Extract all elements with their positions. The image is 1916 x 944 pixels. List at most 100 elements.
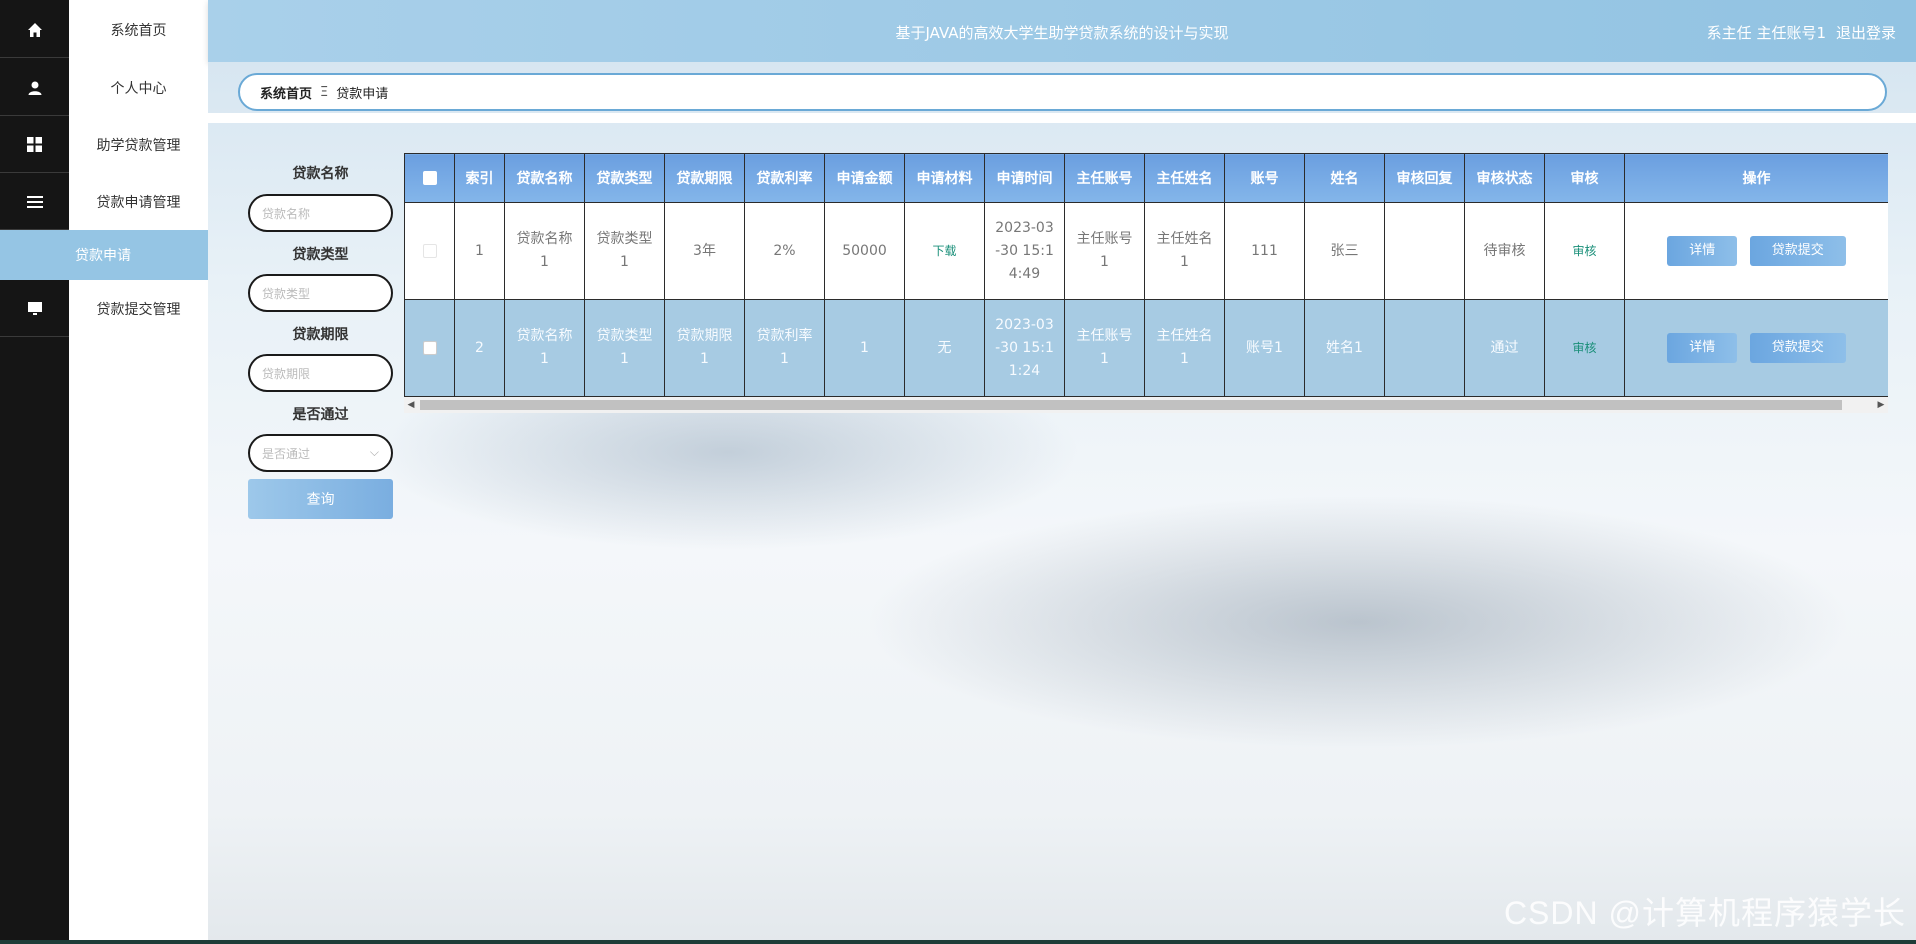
detail-button[interactable]: 详情 [1667,333,1738,363]
logout-link[interactable]: 退出登录 [1836,22,1896,43]
loan-name-input[interactable]: 贷款名称 [248,194,393,232]
top-header: 基于JAVA的高效大学生助学贷款系统的设计与实现 系主任 主任账号1 退出登录 [208,0,1916,62]
sidebar-item-submission-management[interactable]: 贷款提交管理 [0,281,208,337]
cell-loan-type: 贷款类型 1 [584,299,665,397]
col-header: 贷款类型 [584,153,665,203]
loan-type-label: 贷款类型 [292,247,349,263]
col-header: 索引 [454,153,505,203]
loan-name-label: 贷款名称 [292,166,349,182]
cell-director-account: 主任账号 1 [1064,299,1145,397]
col-header: 主任账号 [1064,153,1145,203]
col-header: 审核回复 [1384,153,1465,203]
cell-index: 1 [454,202,505,300]
cell-time: 2023-03 -30 15:1 4:49 [984,202,1065,300]
sidebar-item-application-management[interactable]: 贷款申请管理 [0,174,208,230]
cell-term: 贷款期限 1 [664,299,745,397]
table-row: 1 贷款名称 1 贷款类型 1 3年 2% 50000 下载 2023-03 -30 … [404,202,1888,300]
download-link[interactable]: 下载 [932,244,956,258]
col-header: 贷款期限 [664,153,745,203]
monitor-icon [0,281,69,337]
scrollbar-thumb[interactable] [420,400,1842,410]
col-header: 主任姓名 [1144,153,1225,203]
sidebar-subitem-label: 贷款申请 [75,248,131,264]
cell-line: 贷款类型 [596,231,653,247]
audit-link[interactable]: 审核 [1572,244,1596,258]
cell-line: 主任账号 [1076,328,1133,344]
sidebar-item-label: 贷款提交管理 [96,302,181,318]
cell-reply [1384,202,1465,300]
loan-term-label: 贷款期限 [292,327,349,343]
watermark: CSDN @计算机程序猿学长 [1503,895,1906,931]
sidebar-subitem-loan-application[interactable]: 贷款申请 [0,230,208,280]
cell-loan-type: 贷款类型 1 [584,202,665,300]
cell-line: 主任姓名 [1156,328,1213,344]
cell-line: 2023-03 [995,316,1054,333]
breadcrumb: 系统首页 Ξ 贷款申请 [238,73,1887,111]
cell-term: 3年 [664,202,745,300]
cell-line: 1 [1180,351,1189,367]
cell-line: 贷款期限 [676,328,733,344]
cell-status: 通过 [1464,299,1545,397]
cell-line: 4:49 [1008,265,1041,282]
cell-audit: 审核 [1544,299,1625,397]
col-header: 账号 [1224,153,1305,203]
cell-line: 1:24 [1008,362,1041,379]
cell-name: 张三 [1304,202,1385,300]
cell-line: 贷款利率 [756,328,813,344]
cell-line: 贷款类型 [596,328,653,344]
sidebar-item-profile[interactable]: 个人中心 [0,60,208,116]
col-header: 申请金额 [824,153,905,203]
cell-loan-name: 贷款名称 1 [504,299,585,397]
breadcrumb-home-link[interactable]: 系统首页 [260,83,312,102]
cell-director-account: 主任账号 1 [1064,202,1145,300]
cell-line: 贷款名称 [516,231,573,247]
cell-line: 1 [620,351,629,367]
cell-time: 2023-03 -30 15:1 1:24 [984,299,1065,397]
select-all-checkbox[interactable] [404,153,455,203]
cell-line: 1 [620,254,629,270]
cell-index: 2 [454,299,505,397]
table-header-row: 索引 贷款名称 贷款类型 贷款期限 贷款利率 申请金额 申请材料 申请时间 主任… [404,153,1888,203]
grid-icon [0,117,69,173]
system-title: 基于JAVA的高效大学生助学贷款系统的设计与实现 [895,24,1229,42]
sidebar-item-label: 贷款申请管理 [96,195,181,211]
current-user: 系主任 主任账号1 [1706,24,1826,42]
cell-name: 姓名1 [1304,299,1385,397]
scroll-right-arrow-icon[interactable]: ▶ [1874,397,1888,413]
loan-submit-button[interactable]: 贷款提交 [1749,333,1846,363]
passed-label: 是否通过 [292,407,349,423]
cell-material: 下载 [904,202,985,300]
cell-line: 1 [540,351,549,367]
scroll-left-arrow-icon[interactable]: ◀ [404,397,418,413]
passed-select[interactable]: 是否通过 [248,434,393,472]
loan-submit-button[interactable]: 贷款提交 [1749,236,1846,266]
breadcrumb-separator-icon: Ξ [320,84,329,100]
loan-term-input[interactable]: 贷款期限 [248,354,393,392]
row-checkbox[interactable] [404,202,455,300]
table-horizontal-scrollbar[interactable]: ◀ ▶ [404,397,1888,413]
cell-reply [1384,299,1465,397]
row-checkbox[interactable] [404,299,455,397]
cell-line: 1 [780,351,789,367]
detail-button[interactable]: 详情 [1667,236,1738,266]
query-button[interactable]: 查询 [248,479,393,519]
cell-line: -30 15:1 [995,242,1054,259]
loan-type-input[interactable]: 贷款类型 [248,274,393,312]
cell-line: 主任姓名 [1156,231,1213,247]
cell-line: 1 [1100,351,1109,367]
table-row: 2 贷款名称 1 贷款类型 1 贷款期限 1 贷款利率 1 1 无 2023-03 -30… [404,299,1888,397]
cell-status: 待审核 [1464,202,1545,300]
cell-audit: 审核 [1544,202,1625,300]
home-icon [0,2,69,58]
cell-account: 账号1 [1224,299,1305,397]
cell-line: 主任账号 [1076,231,1133,247]
cell-line: 1 [540,254,549,270]
audit-link[interactable]: 审核 [1572,341,1596,355]
sidebar-item-loan-management[interactable]: 助学贷款管理 [0,117,208,173]
cell-line: 2023-03 [995,219,1054,236]
sidebar-item-home[interactable]: 系统首页 [0,2,208,58]
col-header: 申请时间 [984,153,1065,203]
cell-account: 111 [1224,202,1305,300]
sidebar-item-label: 助学贷款管理 [96,138,181,154]
content-top-strip [208,113,1916,123]
